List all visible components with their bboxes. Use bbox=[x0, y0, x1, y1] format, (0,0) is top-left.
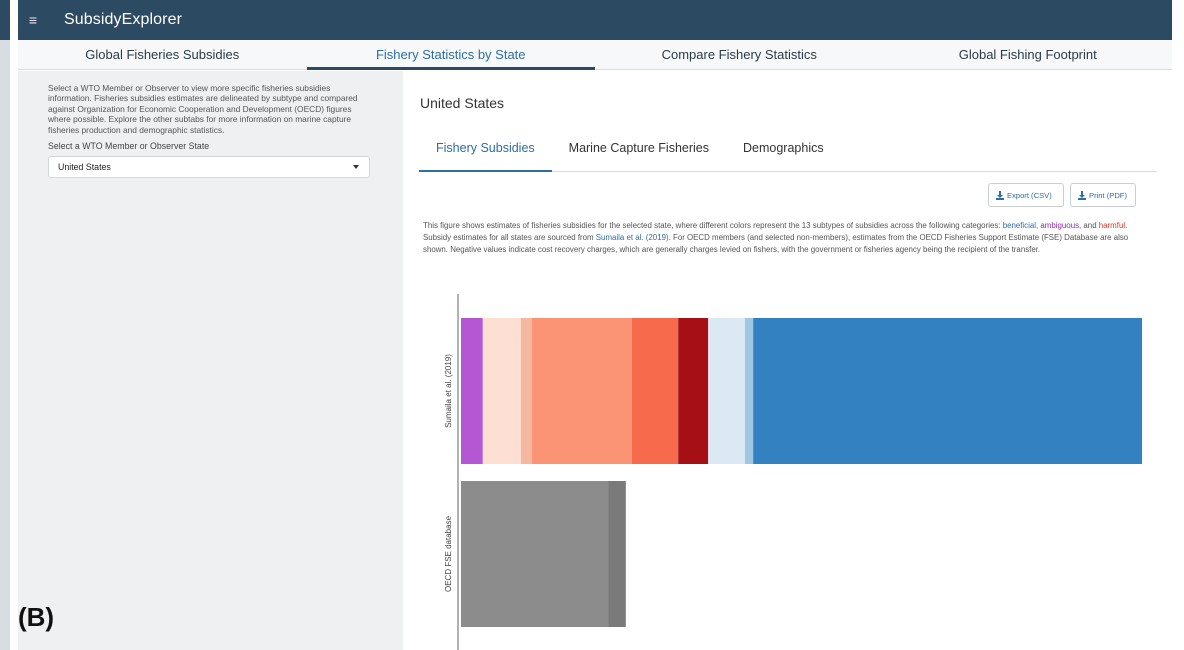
subsidies-stacked-bar-chart: Sumaila et al. (2019) OECD FSE database bbox=[444, 294, 1142, 650]
state-select-value: United States bbox=[58, 162, 111, 173]
tab-compare-fishery-statistics[interactable]: Compare Fishery Statistics bbox=[595, 40, 884, 69]
tab-global-fishing-footprint[interactable]: Global Fishing Footprint bbox=[884, 40, 1173, 69]
bar-segment[interactable] bbox=[744, 318, 754, 464]
bar-segment[interactable] bbox=[753, 318, 1142, 464]
left-edge-strip bbox=[0, 0, 10, 650]
sidebar-description: Select a WTO Member or Observer to view … bbox=[48, 83, 358, 135]
tab-global-fisheries-subsidies[interactable]: Global Fisheries Subsidies bbox=[18, 40, 307, 69]
state-select[interactable]: United States bbox=[48, 156, 370, 179]
figure-description: This figure shows estimates of fisheries… bbox=[423, 221, 1129, 255]
app-window: ≡ SubsidyExplorer Global Fisheries Subsi… bbox=[0, 0, 1184, 650]
sidebar-panel: Select a WTO Member or Observer to view … bbox=[18, 71, 403, 650]
download-icon bbox=[996, 190, 1004, 200]
bar-segment[interactable] bbox=[608, 481, 626, 627]
top-navbar: ≡ SubsidyExplorer bbox=[18, 0, 1172, 40]
category-tick-label: Sumaila et al. (2019) bbox=[444, 354, 453, 428]
app-title: SubsidyExplorer bbox=[64, 11, 182, 28]
chevron-down-icon bbox=[353, 165, 359, 170]
tab-fishery-subsidies[interactable]: Fishery Subsidies bbox=[419, 134, 552, 172]
menu-icon[interactable]: ≡ bbox=[18, 12, 48, 28]
ambiguous-link[interactable]: ambiguous bbox=[1040, 221, 1079, 230]
bar-segment[interactable] bbox=[678, 318, 709, 464]
bar-segment[interactable] bbox=[461, 318, 483, 464]
export-csv-label: Export (CSV) bbox=[1007, 190, 1052, 200]
bar-segment[interactable] bbox=[461, 481, 609, 627]
bar-segment[interactable] bbox=[482, 318, 521, 464]
tab-marine-capture-fisheries[interactable]: Marine Capture Fisheries bbox=[552, 134, 726, 172]
category-tick-label: OECD FSE database bbox=[444, 515, 453, 592]
bar-segment[interactable] bbox=[520, 318, 532, 464]
figure-panel-label: (B) bbox=[18, 602, 55, 632]
tab-fishery-statistics-by-state[interactable]: Fishery Statistics by State bbox=[306, 40, 596, 70]
export-csv-button[interactable]: Export (CSV) bbox=[988, 183, 1064, 207]
left-edge-strip-top bbox=[0, 0, 10, 40]
sub-tabs: Fishery Subsidies Marine Capture Fisheri… bbox=[419, 134, 1157, 172]
state-select-label: Select a WTO Member or Observer State bbox=[48, 141, 210, 152]
sumaila-link[interactable]: Sumaila et al. (2019) bbox=[596, 233, 669, 242]
beneficial-link[interactable]: beneficial bbox=[1003, 221, 1036, 230]
harmful-link[interactable]: harmful bbox=[1099, 221, 1125, 230]
bar-segment[interactable] bbox=[708, 318, 745, 464]
page-title: United States bbox=[420, 95, 505, 111]
print-pdf-button[interactable]: Print (PDF) bbox=[1070, 183, 1136, 207]
bar-segment[interactable] bbox=[531, 318, 632, 464]
main-tabs: Global Fisheries Subsidies Fishery Stati… bbox=[18, 40, 1172, 70]
bar-segment[interactable] bbox=[631, 318, 679, 464]
print-pdf-label: Print (PDF) bbox=[1089, 190, 1127, 200]
download-icon bbox=[1078, 190, 1086, 200]
tab-demographics[interactable]: Demographics bbox=[726, 134, 841, 172]
